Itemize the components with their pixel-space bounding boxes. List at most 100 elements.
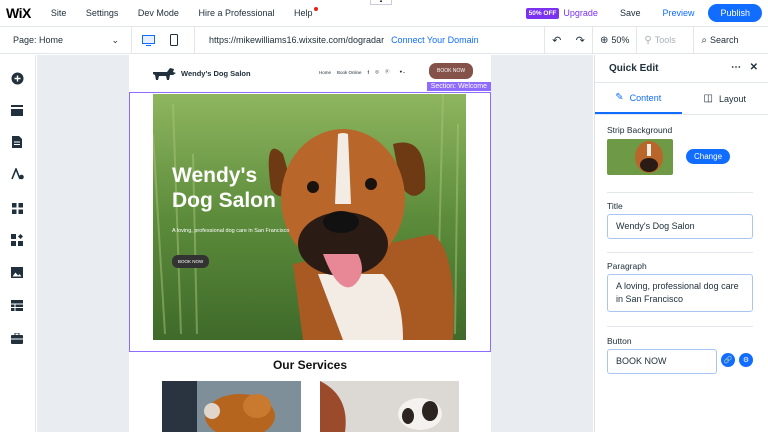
site-name[interactable]: Wendy's Dog Salon [181,69,251,78]
site-url: https://mikewilliams16.wixsite.com/dogra… [209,35,385,45]
redo-icon[interactable]: ↷ [576,34,585,47]
panel-header: Quick Edit ⋯ ✕ [595,55,768,83]
more-options-icon[interactable]: ⋯ [731,62,741,73]
link-icon[interactable]: 🔗 [721,353,735,367]
upgrade-link[interactable]: Upgrade [563,8,598,18]
pomeranian-image [162,381,301,432]
left-toolbar [0,55,36,432]
panel-tabs: ✎ Content ◫ Layout [595,83,768,115]
tab-layout-label: Layout [718,93,746,104]
menu-hire-professional[interactable]: Hire a Professional [198,8,274,18]
service-image-pomeranian[interactable] [162,381,301,432]
tools-icon: ⚲ [644,34,652,46]
tab-content[interactable]: ✎ Content [595,83,682,114]
button-label: Button [607,336,632,346]
mobile-view-icon[interactable] [164,31,184,49]
panel-title: Quick Edit [609,63,659,74]
zoom-control[interactable]: ⊕ 50% [593,27,638,53]
save-button[interactable]: Save [620,8,641,18]
top-actions: 50% OFF Upgrade Save Preview Publish [525,4,762,22]
hero-background-image[interactable]: Wendy's Dog Salon A loving, professional… [153,94,466,340]
gear-icon[interactable]: ⚙ [739,353,753,367]
divider [607,326,753,327]
hero-title-line-1: Wendy's [172,164,258,187]
divider [607,252,753,253]
close-icon[interactable]: ✕ [750,62,758,73]
add-section-icon[interactable] [10,103,24,117]
section-welcome[interactable]: Section: Welcome Wendy's Dog Salon A lov… [129,82,491,352]
paragraph-input[interactable]: A loving, professional dog care in San F… [607,274,753,312]
search-icon: ⌕ [701,34,708,46]
menu-help-label: Help [294,8,313,18]
instagram-icon[interactable]: ◎ [375,69,379,75]
tools-button[interactable]: ⚲ Tools [637,27,695,53]
editor-toolbar: Page: Home ⌄ https://mikewilliams16.wixs… [0,27,768,54]
title-section: Title Wendy's Dog Salon [607,201,753,241]
publish-button[interactable]: Publish [708,4,762,22]
dog-logo-icon [153,68,176,80]
strip-background-label: Strip Background [607,125,673,135]
portfolio-icon[interactable] [10,331,24,345]
tab-layout[interactable]: ◫ Layout [682,83,768,114]
title-label: Title [607,201,623,211]
hero-paragraph[interactable]: A loving, professional dog care in San F… [172,228,289,234]
tools-label: Tools [654,35,676,45]
page-selector[interactable]: Page: Home ⌄ [0,27,132,53]
paragraph-label: Paragraph [607,261,647,271]
pages-icon[interactable] [10,135,24,149]
section-label[interactable]: Section: Welcome [426,82,491,91]
quick-edit-panel: Quick Edit ⋯ ✕ ✎ Content ◫ Layout Strip … [594,55,768,432]
preview-button[interactable]: Preview [662,8,694,18]
menu-site[interactable]: Site [51,8,67,18]
site-url-bar: https://mikewilliams16.wixsite.com/dogra… [195,27,545,53]
connect-domain-link[interactable]: Connect Your Domain [391,35,479,45]
header-book-now-button[interactable]: BOOK NOW [429,63,474,79]
menu-dev-mode[interactable]: Dev Mode [138,8,179,18]
top-bar: WiX Site Settings Dev Mode Hire a Profes… [0,0,768,27]
menu-help[interactable]: Help [294,7,318,18]
chevron-down-icon: ⌄ [111,34,119,45]
strip-background-thumbnail[interactable] [607,139,673,175]
site-nav-book-online[interactable]: Book Online [337,70,362,75]
boxer-dog-image [153,94,466,340]
hero-book-now-button[interactable]: BOOK NOW [172,255,210,268]
search-label: Search [710,35,739,45]
hero-title[interactable]: Wendy's Dog Salon [172,163,276,213]
apps-icon[interactable] [10,201,24,215]
grooming-image [320,381,459,432]
thumbnail-image [607,139,673,175]
zoom-level: 50% [611,35,630,45]
facebook-icon[interactable]: f [368,70,370,75]
layout-icon: ◫ [703,93,713,104]
services-title[interactable]: Our Services [129,358,491,372]
business-tools-icon[interactable] [10,233,24,247]
collapse-handle-icon[interactable]: ▴ [370,0,392,5]
notification-dot [313,7,318,11]
pinterest-icon[interactable]: ⓟ [385,69,390,75]
service-image-grooming[interactable] [320,381,459,432]
account-avatar-icon[interactable]: ●⌄ [399,69,406,75]
paragraph-section: Paragraph A loving, professional dog car… [607,261,753,321]
undo-icon[interactable]: ↶ [552,34,561,47]
device-switcher [132,27,195,53]
editor-canvas[interactable]: Wendy's Dog Salon Home Book Online f ◎ ⓟ… [37,55,593,432]
discount-badge[interactable]: 50% OFF [525,7,560,19]
top-menu: Site Settings Dev Mode Hire a Profession… [51,7,334,18]
button-section: Button BOOK NOW 🔗 ⚙ [607,336,753,376]
cms-icon[interactable] [10,298,24,312]
add-elements-icon[interactable] [10,71,24,85]
strip-background-section: Strip Background Change [607,125,753,181]
search-button[interactable]: ⌕ Search [694,27,745,53]
media-icon[interactable] [10,265,24,279]
design-icon[interactable] [10,167,24,181]
change-background-button[interactable]: Change [686,149,731,164]
menu-settings[interactable]: Settings [86,8,119,18]
button-text-input[interactable]: BOOK NOW [607,349,717,374]
wix-logo[interactable]: WiX [6,5,31,21]
pencil-icon: ✎ [615,92,624,103]
site-nav-home[interactable]: Home [319,70,331,75]
desktop-view-icon[interactable] [138,31,158,49]
page-selector-label: Page: Home [13,35,64,45]
site-page[interactable]: Wendy's Dog Salon Home Book Online f ◎ ⓟ… [129,55,491,432]
title-input[interactable]: Wendy's Dog Salon [607,214,753,239]
